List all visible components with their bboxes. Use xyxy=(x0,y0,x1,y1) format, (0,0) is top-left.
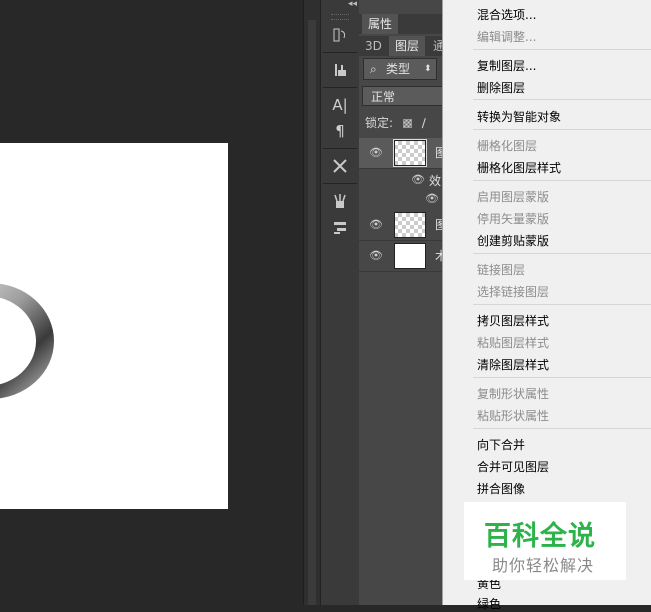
tab-3d[interactable]: 3D xyxy=(359,36,388,56)
layer-row[interactable]: 👁 图 xyxy=(359,138,447,169)
menu-item-copy-layer-style[interactable]: 拷贝图层样式 xyxy=(477,312,549,329)
brush-presets-icon[interactable] xyxy=(321,188,359,214)
eye-icon[interactable]: 👁 xyxy=(369,249,383,262)
menu-item-copy-shape-attrs[interactable]: 复制形状属性 xyxy=(477,385,549,402)
menu-item-flatten-image[interactable]: 拼合图像 xyxy=(477,480,525,497)
eye-icon[interactable]: 👁 xyxy=(411,173,425,186)
watermark-subtitle: 助你轻松解决 xyxy=(492,556,595,575)
panel-dock-strip: A| ¶ xyxy=(320,0,360,605)
scrollbar-thumb[interactable] xyxy=(308,20,316,605)
layers-panel: ◂◂ 属性 3D 图层 通 ⌕ 类型 ⬍ 正常 锁定: ∕ 👁 图 👁 效 👁 … xyxy=(348,0,447,605)
layer-effects-row[interactable]: 👁 效 xyxy=(359,170,445,188)
layers-tab-bar: 3D 图层 通 xyxy=(359,36,445,56)
search-icon: ⌕ xyxy=(370,62,377,76)
menu-item-rasterize-layer[interactable]: 栅格化图层 xyxy=(477,137,537,154)
vertical-scrollbar[interactable] xyxy=(303,0,321,605)
menu-item-paste-layer-style[interactable]: 粘贴图层样式 xyxy=(477,334,549,351)
document-canvas[interactable] xyxy=(0,143,228,509)
tab-properties[interactable]: 属性 xyxy=(362,14,399,34)
layer-list: 👁 图 👁 效 👁 👁 图 👁 术 xyxy=(359,138,447,272)
ring-graphic xyxy=(0,283,54,399)
menu-item-green[interactable]: 绿色 xyxy=(477,595,501,612)
filter-label: 类型 xyxy=(386,62,411,76)
character-icon[interactable]: A| xyxy=(321,92,359,118)
layer-thumbnail xyxy=(394,212,426,238)
layer-thumbnail xyxy=(393,139,427,167)
menu-item-duplicate-layer[interactable]: 复制图层... xyxy=(477,57,536,74)
layer-row[interactable]: 👁 术 xyxy=(359,241,447,272)
stamp-icon[interactable] xyxy=(321,57,359,83)
collapse-panel-icon[interactable]: ◂◂ xyxy=(348,0,357,9)
menu-item-enable-layer-mask[interactable]: 启用图层蒙版 xyxy=(477,188,549,205)
menu-item-link-layers[interactable]: 链接图层 xyxy=(477,261,525,278)
eye-icon[interactable]: 👁 xyxy=(369,218,383,231)
layer-row[interactable]: 👁 图 xyxy=(359,210,447,241)
tab-layers[interactable]: 图层 xyxy=(389,36,426,56)
history-icon[interactable] xyxy=(321,22,359,48)
menu-item-blending-options[interactable]: 混合选项... xyxy=(477,6,536,23)
layer-filter-select[interactable]: ⌕ 类型 ⬍ xyxy=(363,58,437,80)
menu-item-rasterize-style[interactable]: 栅格化图层样式 xyxy=(477,159,561,176)
watermark: 百科全说 助你轻松解决 xyxy=(464,502,626,580)
adjust-icon[interactable] xyxy=(321,214,359,240)
menu-item-edit-adjustment[interactable]: 编辑调整... xyxy=(477,28,536,45)
tools-icon[interactable] xyxy=(321,153,359,179)
canvas-area[interactable] xyxy=(0,0,303,605)
menu-item-delete-layer[interactable]: 删除图层 xyxy=(477,79,525,96)
menu-item-select-linked[interactable]: 选择链接图层 xyxy=(477,283,549,300)
layer-effect-item[interactable]: 👁 xyxy=(359,190,445,208)
menu-item-disable-vector-mask[interactable]: 停用矢量蒙版 xyxy=(477,210,549,227)
blend-mode-select[interactable]: 正常 xyxy=(362,86,445,106)
effects-label: 效 xyxy=(429,174,442,188)
menu-item-clear-layer-style[interactable]: 清除图层样式 xyxy=(477,356,549,373)
menu-item-merge-down[interactable]: 向下合并 xyxy=(477,436,525,453)
lock-row: 锁定: ∕ xyxy=(365,115,426,131)
eye-icon[interactable]: 👁 xyxy=(369,146,383,159)
menu-item-merge-visible[interactable]: 合并可见图层 xyxy=(477,458,549,475)
lock-transparent-icon[interactable] xyxy=(402,119,412,128)
layer-thumbnail xyxy=(394,243,426,269)
watermark-title: 百科全说 xyxy=(484,521,596,552)
menu-item-create-clipping-mask[interactable]: 创建剪贴蒙版 xyxy=(477,232,549,249)
menu-item-convert-smart-object[interactable]: 转换为智能对象 xyxy=(477,108,561,125)
chevron-updown-icon: ⬍ xyxy=(424,64,432,74)
properties-tab-bar: 属性 xyxy=(359,14,445,34)
lock-label: 锁定: xyxy=(365,116,394,130)
menu-item-paste-shape-attrs[interactable]: 粘贴形状属性 xyxy=(477,407,549,424)
paragraph-icon[interactable]: ¶ xyxy=(321,118,359,144)
lock-pixels-icon[interactable]: ∕ xyxy=(422,115,426,131)
dock-grip[interactable] xyxy=(331,14,349,20)
eye-icon[interactable]: 👁 xyxy=(425,192,439,205)
